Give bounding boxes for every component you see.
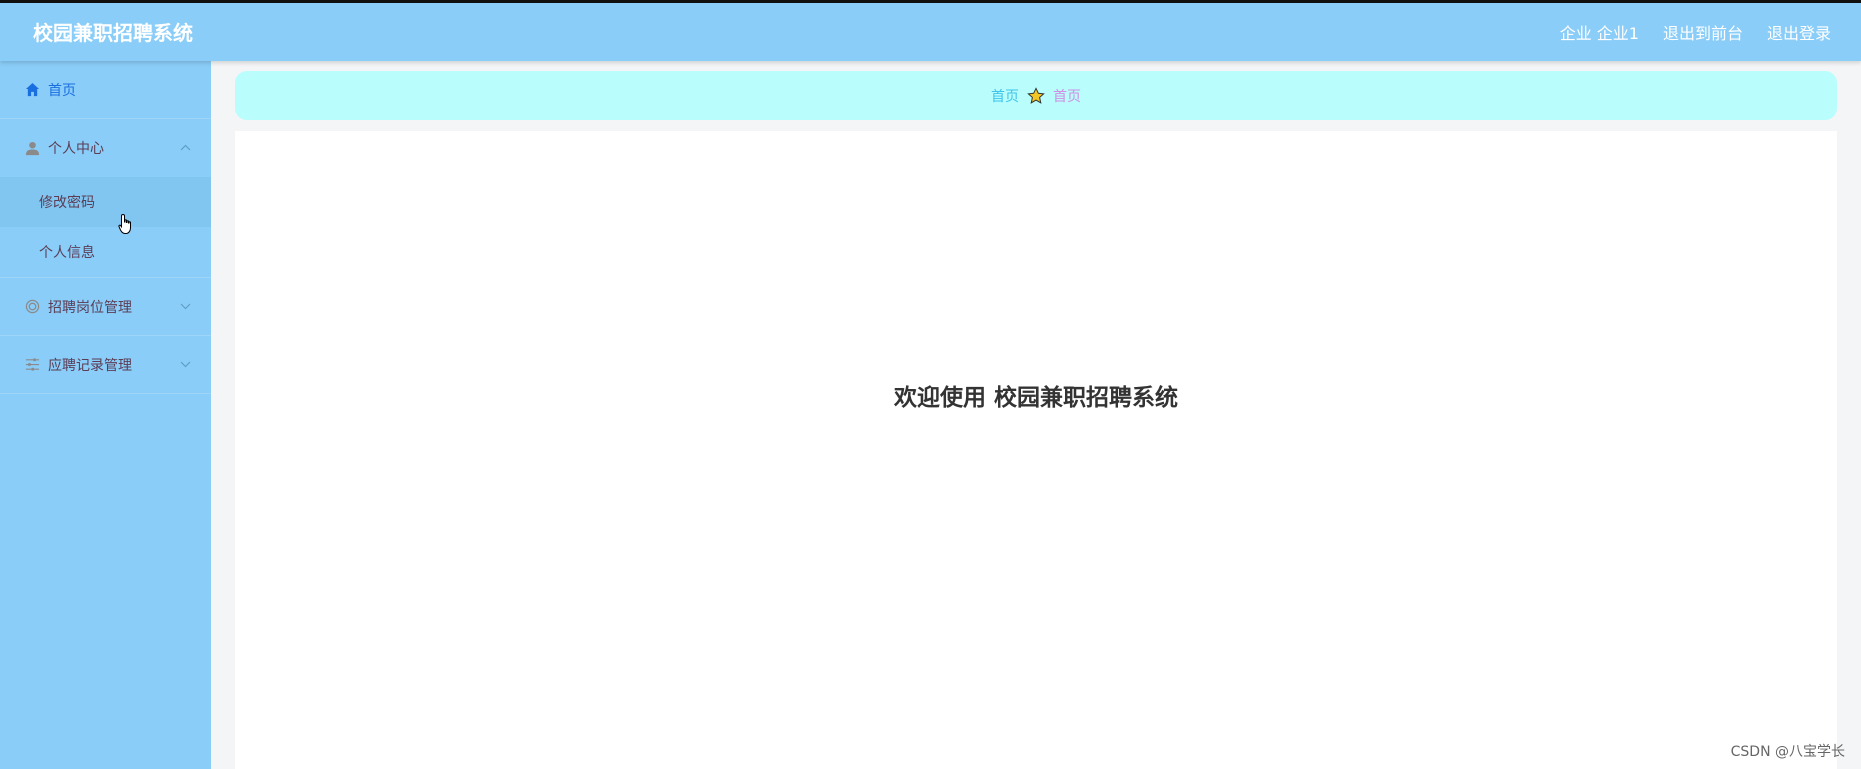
home-icon bbox=[24, 82, 40, 98]
app-title: 校园兼职招聘系统 bbox=[33, 21, 193, 45]
sidebar-item-home[interactable]: 首页 bbox=[0, 61, 211, 119]
welcome-heading: 欢迎使用 校园兼职招聘系统 bbox=[893, 385, 1178, 411]
current-user-label: 企业 企业1 bbox=[1559, 24, 1639, 43]
sidebar-item-personal[interactable]: 个人中心 bbox=[0, 119, 211, 177]
watermark: CSDN @八宝学长 bbox=[1730, 744, 1845, 760]
chevron-down-icon bbox=[180, 300, 191, 313]
target-icon bbox=[24, 299, 40, 315]
sidebar-item-label: 应聘记录管理 bbox=[48, 357, 132, 374]
exit-to-front-link[interactable]: 退出到前台 bbox=[1663, 20, 1743, 44]
header-actions: 企业 企业1 退出到前台 退出登录 bbox=[1560, 20, 1831, 44]
sidebar-item-applications[interactable]: 应聘记录管理 bbox=[0, 336, 211, 394]
sidebar-subitem-personal-info[interactable]: 个人信息 bbox=[0, 227, 211, 277]
breadcrumb-current: 首页 bbox=[1053, 88, 1081, 105]
main-content: 欢迎使用 校园兼职招聘系统 bbox=[235, 131, 1837, 769]
breadcrumb: 首页 首页 bbox=[235, 71, 1837, 120]
sidebar-item-label: 首页 bbox=[48, 82, 76, 99]
logout-link[interactable]: 退出登录 bbox=[1767, 20, 1831, 44]
sidebar-item-label: 招聘岗位管理 bbox=[48, 299, 132, 316]
sidebar-group-personal: 个人中心 修改密码 个人信息 bbox=[0, 119, 211, 278]
chevron-down-icon bbox=[180, 358, 191, 371]
sidebar-item-label: 个人中心 bbox=[48, 141, 104, 157]
breadcrumb-home-link[interactable]: 首页 bbox=[991, 86, 1019, 106]
hand-cursor-icon bbox=[118, 213, 134, 235]
sidebar: 首页 个人中心 修改密码 个人信息 招聘岗位管理 应聘记录管理 bbox=[0, 61, 211, 769]
sliders-icon bbox=[24, 357, 40, 373]
star-icon bbox=[1027, 86, 1045, 105]
sidebar-subitem-change-password[interactable]: 修改密码 bbox=[0, 177, 211, 227]
top-header: 校园兼职招聘系统 企业 企业1 退出到前台 退出登录 bbox=[0, 3, 1861, 61]
sidebar-item-jobs[interactable]: 招聘岗位管理 bbox=[0, 278, 211, 336]
user-icon bbox=[24, 140, 40, 156]
chevron-up-icon bbox=[180, 141, 191, 154]
submenu-personal: 修改密码 个人信息 bbox=[0, 177, 211, 277]
